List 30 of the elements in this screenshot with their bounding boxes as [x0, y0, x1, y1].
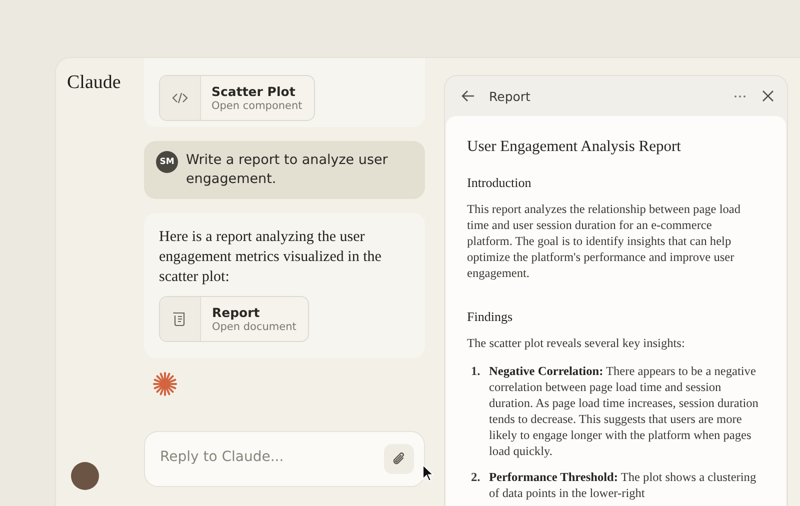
app-title: Claude [67, 72, 122, 94]
user-message-text: Write a report to analyze user engagement. [186, 151, 389, 189]
cursor-icon [422, 464, 434, 482]
artifact-title: Report [212, 305, 261, 320]
artifact-title: Scatter Plot [212, 84, 296, 99]
artifact-card[interactable]: Scatter Plot Open component [158, 75, 316, 121]
paragraph: This report analyzes the relationship between page load time and user session duration for an e-commerce platform. The goal is to identify insights that can help optimize the platform's performance and improve user engagement. [467, 201, 742, 281]
list-item-text: Negative Correlation: There appears to be a negative correlation between page load time and session duration. As page load time increases, session duration tends to decrease. This suggests that users are more likely to engage longer with the platform when pages load quickly. [489, 363, 760, 459]
section-heading: Findings [467, 309, 514, 325]
paragraph: The scatter plot reveals several key insights: [467, 335, 686, 351]
panel-title: Report [489, 88, 530, 104]
back-arrow-icon [461, 90, 475, 102]
list-number: 2. [471, 469, 482, 486]
more-icon [734, 94, 746, 98]
artifact-card[interactable]: Report Open document [159, 296, 310, 342]
code-icon [172, 92, 188, 104]
avatar-placeholder[interactable] [71, 462, 99, 490]
reply-field[interactable]: Reply to Claude... [160, 446, 384, 468]
close-icon [762, 90, 774, 102]
reply-box[interactable]: Reply to Claude... [144, 431, 425, 487]
sparkle-icon [152, 371, 178, 397]
document-title: User Engagement Analysis Report [467, 138, 682, 156]
attach-button[interactable] [384, 444, 414, 474]
user-initials: SM [156, 151, 178, 173]
list-item-text: Performance Threshold: The plot shows a clustering of data points in the lower-right [489, 469, 758, 501]
artifact-subtitle: Open document [212, 321, 296, 333]
section-heading: Introduction [467, 175, 532, 191]
assistant-message-text: Here is a report analyzing the user engagement metrics visualized in the scatter plot: [159, 228, 382, 287]
list-number: 1. [471, 363, 482, 380]
artifact-subtitle: Open component [212, 100, 302, 112]
